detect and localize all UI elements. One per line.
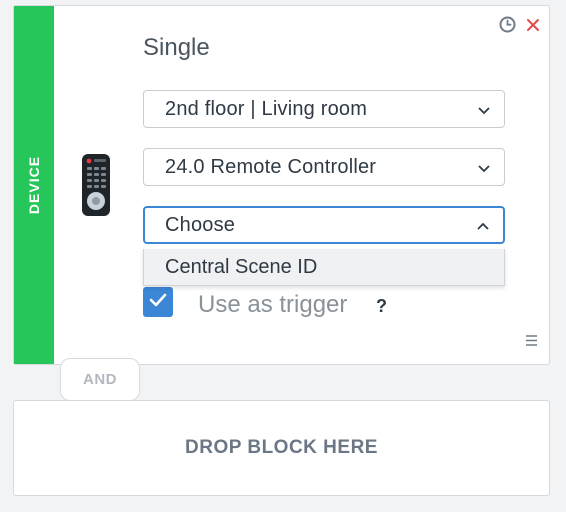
property-select-value: Choose [165, 213, 236, 236]
check-icon [149, 293, 167, 312]
device-select[interactable]: 24.0 Remote Controller [143, 148, 505, 186]
chevron-down-icon [478, 156, 490, 179]
clock-icon[interactable] [499, 16, 516, 38]
hamburger-menu-icon[interactable] [525, 334, 538, 352]
use-as-trigger-checkbox[interactable] [143, 287, 173, 317]
remote-control-icon [80, 153, 112, 217]
property-dropdown-option[interactable]: Central Scene ID [143, 249, 505, 286]
device-type-label: DEVICE [26, 155, 42, 215]
location-select-value: 2nd floor | Living room [165, 97, 368, 120]
help-icon[interactable]: ? [376, 296, 387, 317]
location-select[interactable]: 2nd floor | Living room [143, 90, 505, 128]
block-actions [499, 16, 540, 38]
use-as-trigger-label[interactable]: Use as trigger [198, 291, 347, 319]
block-title: Single [143, 34, 210, 61]
close-icon[interactable] [526, 18, 540, 37]
chevron-down-icon [478, 98, 490, 121]
device-block: DEVICE Single 2nd floor | Living room 24… [13, 5, 550, 365]
drop-zone[interactable]: DROP BLOCK HERE [13, 400, 550, 496]
device-select-value: 24.0 Remote Controller [165, 155, 377, 178]
and-connector: AND [60, 358, 140, 401]
property-select[interactable]: Choose [143, 206, 505, 244]
device-type-stripe: DEVICE [14, 6, 54, 364]
chevron-up-icon [477, 214, 489, 237]
